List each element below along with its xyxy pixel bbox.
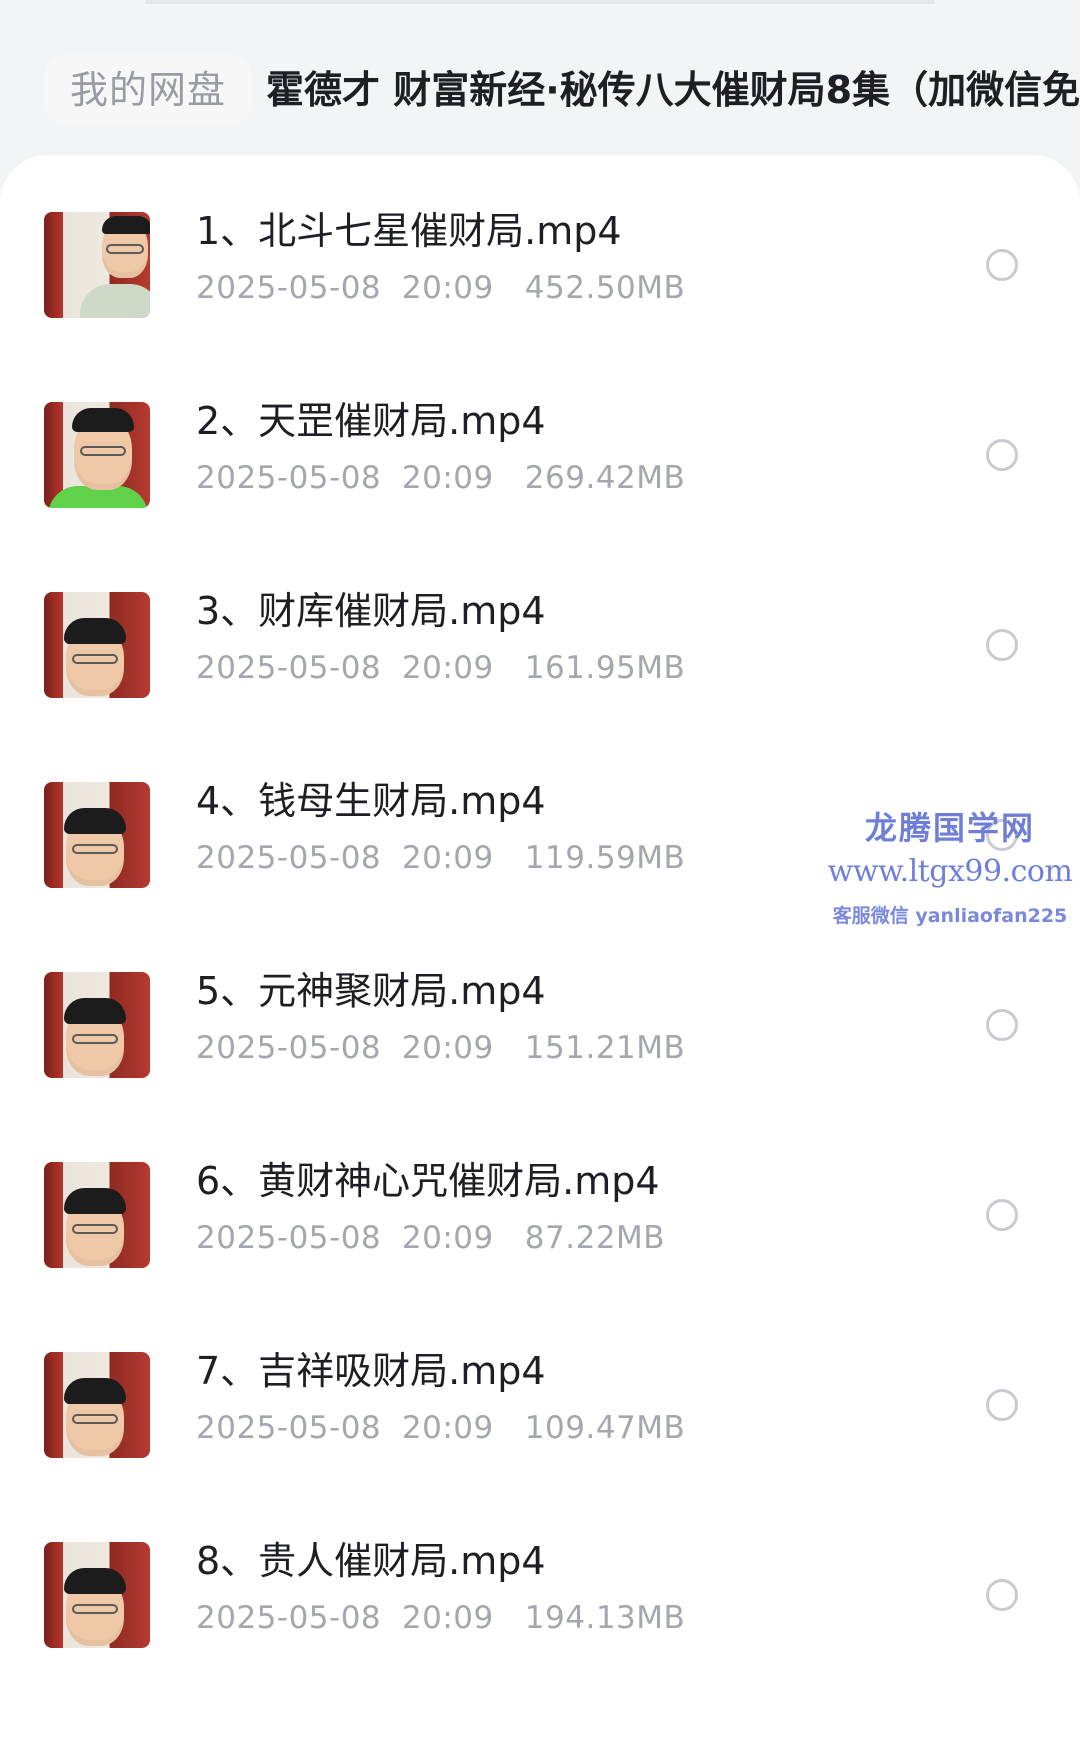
video-thumbnail [44, 402, 150, 508]
file-name: 1、北斗七星催财局.mp4 [196, 209, 622, 253]
breadcrumb-root-my-drive[interactable]: 我的网盘 [44, 55, 253, 125]
file-meta: 2025-05-08 20:09 194.13MB [196, 1597, 685, 1639]
file-meta: 2025-05-08 20:09 109.47MB [196, 1407, 685, 1449]
file-date: 2025-05-08 [196, 460, 382, 496]
file-name: 2、天罡催财局.mp4 [196, 399, 546, 443]
video-thumbnail [44, 972, 150, 1078]
video-thumbnail [44, 592, 150, 698]
watermark: 龙腾国学网 www.ltgx99.com 客服微信 yanliaofan225 [820, 808, 1080, 930]
video-thumbnail [44, 212, 150, 318]
file-date: 2025-05-08 [196, 1600, 382, 1636]
file-date: 2025-05-08 [196, 1410, 382, 1446]
top-divider [145, 0, 935, 4]
file-time: 20:09 [401, 650, 494, 686]
select-radio[interactable] [986, 439, 1018, 471]
file-name: 7、吉祥吸财局.mp4 [196, 1349, 546, 1393]
file-size: 119.59MB [524, 840, 686, 876]
file-meta: 2025-05-08 20:09 269.42MB [196, 457, 685, 499]
file-size: 194.13MB [524, 1600, 686, 1636]
file-meta: 2025-05-08 20:09 87.22MB [196, 1217, 665, 1259]
file-name: 6、黄财神心咒催财局.mp4 [196, 1159, 660, 1203]
select-radio[interactable] [986, 249, 1018, 281]
file-row[interactable]: 2、天罡催财局.mp4 2025-05-08 20:09 269.42MB [0, 380, 1080, 540]
select-radio[interactable] [986, 629, 1018, 661]
file-size: 269.42MB [524, 460, 686, 496]
file-date: 2025-05-08 [196, 1220, 382, 1256]
file-size: 87.22MB [524, 1220, 666, 1256]
select-radio[interactable] [986, 1009, 1018, 1041]
file-name: 5、元神聚财局.mp4 [196, 969, 546, 1013]
file-time: 20:09 [401, 840, 494, 876]
breadcrumb: 我的网盘 霍德才 财富新经·秘传八大催财局8集（加微信免 [44, 55, 1080, 125]
video-thumbnail [44, 1542, 150, 1648]
select-radio[interactable] [986, 1199, 1018, 1231]
file-meta: 2025-05-08 20:09 119.59MB [196, 837, 685, 879]
file-meta: 2025-05-08 20:09 151.21MB [196, 1027, 685, 1069]
file-time: 20:09 [401, 460, 494, 496]
top-bar: 我的网盘 霍德才 财富新经·秘传八大催财局8集（加微信免 [0, 0, 1080, 160]
file-name: 8、贵人催财局.mp4 [196, 1539, 546, 1583]
file-name: 4、钱母生财局.mp4 [196, 779, 546, 823]
file-size: 161.95MB [524, 650, 686, 686]
file-list-panel: 1、北斗七星催财局.mp4 2025-05-08 20:09 452.50MB … [0, 155, 1080, 1748]
file-date: 2025-05-08 [196, 840, 382, 876]
watermark-title: 龙腾国学网 [864, 809, 1035, 847]
file-date: 2025-05-08 [196, 1030, 382, 1066]
file-row[interactable]: 5、元神聚财局.mp4 2025-05-08 20:09 151.21MB [0, 950, 1080, 1110]
file-time: 20:09 [401, 270, 494, 306]
file-meta: 2025-05-08 20:09 452.50MB [196, 267, 685, 309]
video-thumbnail [44, 1352, 150, 1458]
file-size: 151.21MB [524, 1030, 686, 1066]
file-row[interactable]: 7、吉祥吸财局.mp4 2025-05-08 20:09 109.47MB [0, 1330, 1080, 1490]
file-size: 452.50MB [524, 270, 686, 306]
file-time: 20:09 [401, 1220, 494, 1256]
file-row[interactable]: 6、黄财神心咒催财局.mp4 2025-05-08 20:09 87.22MB [0, 1140, 1080, 1300]
file-time: 20:09 [401, 1600, 494, 1636]
video-thumbnail [44, 782, 150, 888]
breadcrumb-current-folder: 霍德才 财富新经·秘传八大催财局8集（加微信免 [266, 68, 1080, 112]
file-row[interactable]: 1、北斗七星催财局.mp4 2025-05-08 20:09 452.50MB [0, 190, 1080, 350]
file-row[interactable]: 3、财库催财局.mp4 2025-05-08 20:09 161.95MB [0, 570, 1080, 730]
watermark-url: www.ltgx99.com [827, 854, 1073, 889]
watermark-contact: 客服微信 yanliaofan225 [832, 905, 1068, 927]
file-time: 20:09 [401, 1030, 494, 1066]
file-size: 109.47MB [524, 1410, 686, 1446]
file-row[interactable]: 8、贵人催财局.mp4 2025-05-08 20:09 194.13MB [0, 1520, 1080, 1680]
select-radio[interactable] [986, 1389, 1018, 1421]
file-time: 20:09 [401, 1410, 494, 1446]
file-date: 2025-05-08 [196, 650, 382, 686]
video-thumbnail [44, 1162, 150, 1268]
file-date: 2025-05-08 [196, 270, 382, 306]
file-meta: 2025-05-08 20:09 161.95MB [196, 647, 685, 689]
file-name: 3、财库催财局.mp4 [196, 589, 546, 633]
select-radio[interactable] [986, 1579, 1018, 1611]
